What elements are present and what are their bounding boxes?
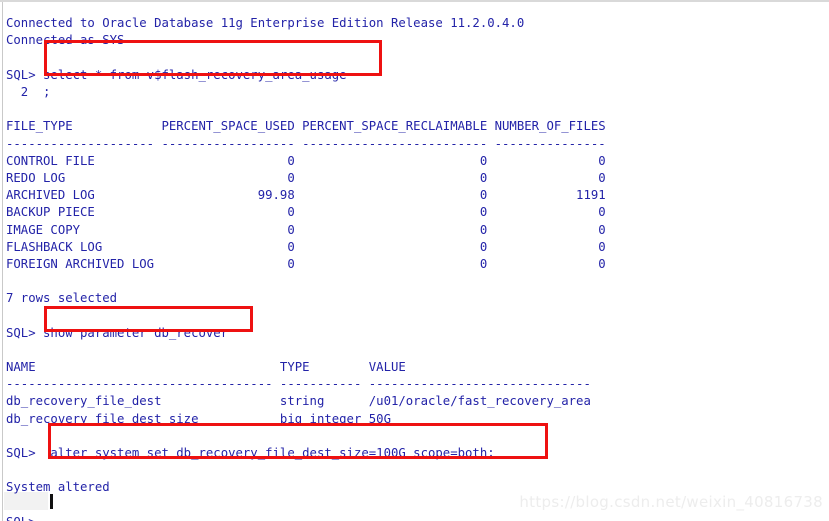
terminal-line: IMAGE COPY 0 0 0 (6, 222, 606, 237)
terminal-line: FLASHBACK LOG 0 0 0 (6, 239, 606, 254)
terminal-line: CONTROL FILE 0 0 0 (6, 153, 606, 168)
terminal-line: SQL> (6, 514, 826, 521)
terminal-line: Connected as SYS (6, 33, 125, 48)
terminal-line: NAME TYPE VALUE (6, 360, 406, 375)
terminal-line: BACKUP PIECE 0 0 0 (6, 205, 606, 220)
terminal-line: FILE_TYPE PERCENT_SPACE_USED PERCENT_SPA… (6, 119, 606, 134)
watermark-text: https://blog.csdn.net/weixin_40816738 (519, 493, 823, 511)
window-top-border (0, 0, 829, 2)
terminal-line: REDO LOG 0 0 0 (6, 170, 606, 185)
terminal-output[interactable]: Connected to Oracle Database 11g Enterpr… (6, 15, 826, 521)
terminal-line: SQL> show parameter db_recover (6, 325, 229, 340)
terminal-line: -------------------- ------------------ … (6, 136, 606, 151)
terminal-line: db_recovery_file_dest_size big integer 5… (6, 411, 391, 426)
terminal-line: ARCHIVED LOG 99.98 0 1191 (6, 188, 606, 203)
terminal-line: db_recovery_file_dest string /u01/oracle… (6, 394, 591, 409)
terminal-line: SQL> select * from v$flash_recovery_area… (6, 67, 347, 82)
terminal-line: 2 ; (6, 85, 51, 100)
terminal-line: 7 rows selected (6, 291, 118, 306)
terminal-line: ------------------------------------ ---… (6, 377, 591, 392)
terminal-line: Connected to Oracle Database 11g Enterpr… (6, 16, 525, 31)
terminal-line: SQL> alter system set db_recovery_file_d… (6, 445, 495, 460)
window-left-border (2, 2, 3, 521)
terminal-cursor (50, 494, 53, 509)
sqlplus-console-window: Connected to Oracle Database 11g Enterpr… (0, 0, 829, 521)
terminal-line: FOREIGN ARCHIVED LOG 0 0 0 (6, 256, 606, 271)
